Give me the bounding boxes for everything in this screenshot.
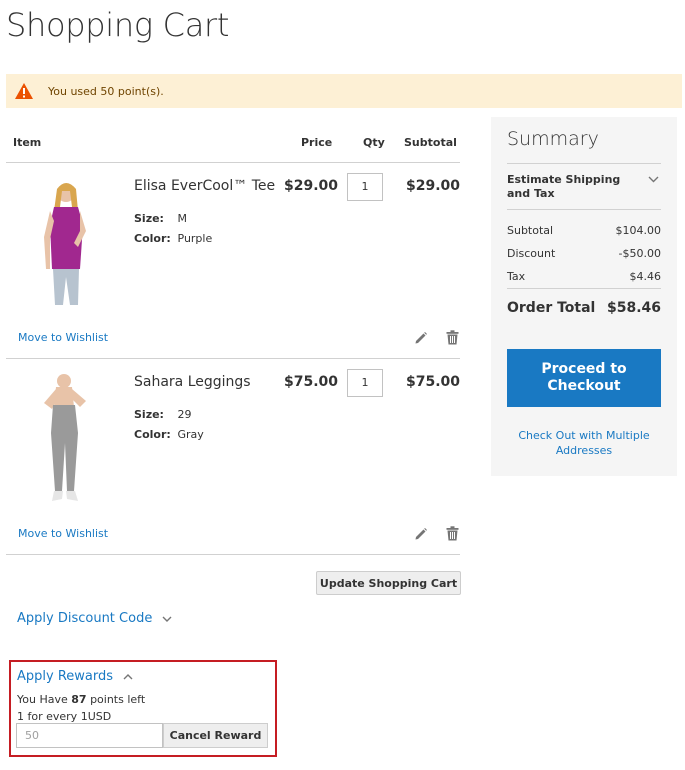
chevron-down-icon (162, 616, 172, 622)
cart-item-row: Elisa EverCool™ Tee Size: M Color: Purpl… (6, 163, 460, 359)
summary-title: Summary (507, 128, 599, 150)
points-prefix: You Have (17, 693, 68, 706)
apply-discount-toggle[interactable]: Apply Discount Code (17, 611, 172, 626)
divider (507, 288, 661, 289)
notice-message: You used 50 point(s). (6, 74, 682, 108)
points-rate: 1 for every 1USD (17, 710, 112, 723)
row-value: $4.46 (629, 270, 662, 283)
item-subtotal: $29.00 (406, 178, 461, 194)
points-balance: You Have 87 points left (17, 693, 145, 706)
warning-icon (14, 82, 34, 100)
page-title: Shopping Cart (6, 6, 230, 44)
product-option-size: Size: 29 (134, 408, 192, 421)
header-item: Item (13, 136, 42, 149)
apply-discount-label: Apply Discount Code (17, 611, 153, 626)
product-image[interactable] (26, 177, 104, 312)
summary-row-tax: Tax $4.46 (507, 270, 661, 283)
option-label: Size: (134, 408, 164, 421)
divider (507, 209, 661, 210)
row-label: Subtotal (507, 224, 554, 237)
cancel-reward-button[interactable]: Cancel Reward (163, 723, 268, 748)
product-name[interactable]: Sahara Leggings (134, 374, 251, 390)
update-cart-button[interactable]: Update Shopping Cart (316, 571, 461, 595)
pencil-icon[interactable] (414, 527, 428, 541)
proceed-to-checkout-button[interactable]: Proceed to Checkout (507, 349, 661, 407)
points-suffix: points left (90, 693, 146, 706)
qty-input[interactable]: 1 (347, 173, 383, 201)
row-label: Discount (507, 247, 556, 260)
estimate-shipping-toggle[interactable]: Estimate Shipping and Tax (507, 173, 637, 201)
option-label: Color: (134, 232, 171, 245)
move-to-wishlist-link[interactable]: Move to Wishlist (18, 527, 108, 540)
header-price: Price (301, 136, 333, 149)
chevron-down-icon[interactable] (648, 175, 659, 183)
header-qty: Qty (363, 136, 385, 149)
trash-icon[interactable] (446, 330, 459, 345)
option-value: Gray (177, 428, 204, 441)
apply-rewards-panel: Apply Rewards You Have 87 points left 1 … (9, 660, 277, 757)
option-value: M (177, 212, 188, 225)
multi-address-checkout-link[interactable]: Check Out with Multiple Addresses (507, 428, 661, 458)
option-value: 29 (177, 408, 192, 421)
option-label: Color: (134, 428, 171, 441)
order-summary: Summary Estimate Shipping and Tax Subtot… (491, 117, 677, 476)
option-label: Size: (134, 212, 164, 225)
cart-table-header: Item Price Qty Subtotal (6, 120, 460, 163)
row-label: Tax (507, 270, 526, 283)
order-total-value: $58.46 (606, 300, 661, 316)
item-price: $75.00 (284, 374, 339, 390)
reward-points-input[interactable]: 50 (16, 723, 163, 748)
option-value: Purple (177, 232, 213, 245)
order-total: Order Total $58.46 (507, 300, 661, 316)
cart-item-row: Sahara Leggings Size: 29 Color: Gray $75… (6, 359, 460, 555)
trash-icon[interactable] (446, 526, 459, 541)
apply-rewards-label: Apply Rewards (17, 669, 114, 684)
notice-text: You used 50 point(s). (48, 84, 164, 98)
divider (507, 163, 661, 164)
product-image[interactable] (26, 373, 104, 508)
points-count: 87 (71, 693, 87, 706)
product-option-size: Size: M (134, 212, 187, 225)
product-name[interactable]: Elisa EverCool™ Tee (134, 178, 275, 194)
product-option-color: Color: Purple (134, 232, 212, 245)
qty-input[interactable]: 1 (347, 369, 383, 397)
move-to-wishlist-link[interactable]: Move to Wishlist (18, 331, 108, 344)
summary-row-discount: Discount -$50.00 (507, 247, 661, 260)
summary-row-subtotal: Subtotal $104.00 (507, 224, 661, 237)
row-value: $104.00 (615, 224, 662, 237)
apply-rewards-toggle[interactable]: Apply Rewards (17, 669, 133, 684)
row-value: -$50.00 (618, 247, 661, 260)
item-price: $29.00 (284, 178, 339, 194)
product-option-color: Color: Gray (134, 428, 204, 441)
chevron-up-icon (123, 673, 133, 679)
order-total-label: Order Total (507, 300, 596, 316)
pencil-icon[interactable] (414, 331, 428, 345)
item-subtotal: $75.00 (406, 374, 461, 390)
header-subtotal: Subtotal (404, 136, 457, 149)
